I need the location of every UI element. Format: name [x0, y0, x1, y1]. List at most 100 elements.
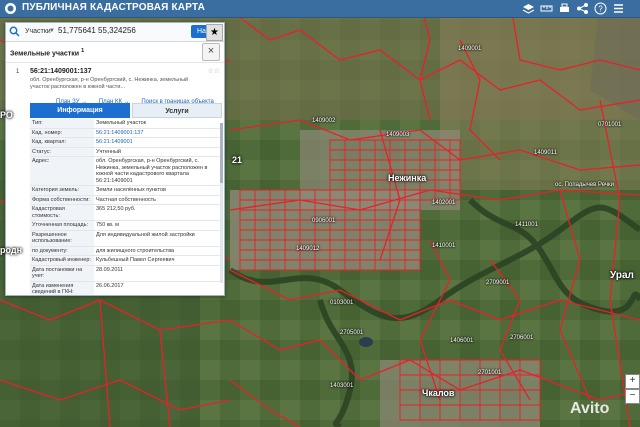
- quarter-label: 1410001: [432, 243, 456, 249]
- quarter-label: 1409003: [386, 132, 410, 138]
- quarter-label: 1406001: [450, 338, 474, 344]
- object-type-select[interactable]: Участки ▼: [25, 25, 55, 38]
- scrollbar[interactable]: [220, 123, 223, 283]
- tab-information[interactable]: Информация: [30, 103, 130, 118]
- property-row: Статус: Учтенный: [30, 147, 222, 157]
- property-value[interactable]: 56:21:1409001: [94, 138, 222, 147]
- property-value: Земельный участок: [96, 120, 147, 126]
- bookmark-star-icon[interactable]: ★: [206, 24, 223, 41]
- close-button[interactable]: ×: [202, 43, 220, 61]
- result-address: обл. Оренбургская, р-н Оренбургский, с. …: [30, 77, 189, 90]
- property-row: Тип: Земельный участок: [30, 119, 222, 129]
- search-icon: [9, 26, 20, 37]
- property-value: для жилищного строительства: [96, 247, 175, 254]
- zoom-out-button[interactable]: −: [625, 389, 640, 404]
- property-key: Кадастровая стоимость:: [30, 205, 94, 220]
- quarter-label: 1402001: [432, 200, 456, 206]
- property-key: Тип:: [30, 119, 94, 128]
- property-row: Форма собственности: Частная собственност…: [30, 195, 222, 205]
- svg-text:?: ?: [598, 5, 603, 14]
- menu-icon[interactable]: [612, 2, 625, 15]
- watermark: Avito: [570, 400, 610, 417]
- property-key: Кадастровый инженер:: [30, 256, 94, 265]
- property-row: Кадастровый инженер: Кульбешный Павел Сер…: [30, 256, 222, 266]
- favorite-icon[interactable]: ☆☆: [207, 67, 220, 75]
- search-input[interactable]: 51,775641 55,324256: [58, 25, 186, 37]
- quarter-label: 2709001: [486, 280, 510, 286]
- property-row: Разрешенное использование: Для индивидуал…: [30, 230, 222, 247]
- property-key: Кад. номер:: [30, 128, 94, 137]
- property-row: Дата постановки на учет: 28.09.2011: [30, 265, 222, 282]
- property-key: Дата изменения сведений в ГКН:: [30, 281, 94, 295]
- quarter-label: 1409011: [534, 150, 557, 156]
- ruler-icon[interactable]: [540, 2, 553, 15]
- quarter-label: 1403001: [330, 383, 354, 389]
- print-icon[interactable]: [558, 2, 571, 15]
- place-label-ural: Урал: [610, 270, 634, 281]
- results-header: Земельные участки 1 ×: [6, 42, 224, 63]
- property-key: Статус:: [30, 147, 94, 156]
- app-title: ПУБЛИЧНАЯ КАДАСТРОВАЯ КАРТА: [22, 2, 206, 13]
- property-row: Категория земель: Земли населённых пункто…: [30, 186, 222, 196]
- property-row: Дата изменения сведений в ГКН: 26.06.2017: [30, 281, 222, 295]
- place-label-nezhinka: Нежинка: [388, 173, 427, 183]
- property-value: 28.09.2011: [96, 266, 124, 273]
- search-panel: Участки▼ 51,775641 55,324256 Найти Земел…: [5, 22, 225, 296]
- results-heading: Земельные участки 1: [10, 48, 85, 58]
- share-icon[interactable]: [576, 2, 589, 15]
- object-type-value: Участки: [25, 28, 51, 35]
- layers-icon[interactable]: [522, 2, 535, 15]
- property-value: Кульбешный Павел Сергеевич: [96, 257, 175, 263]
- property-value: обл. Оренбургская, р-н Оренбургский, с. …: [96, 158, 208, 184]
- quarter-label: 0701001: [598, 122, 622, 128]
- property-value: 750 кв. м: [96, 222, 119, 228]
- quarter-label: 1411001: [515, 222, 538, 228]
- help-icon[interactable]: ?: [594, 2, 607, 15]
- chevron-down-icon: ▼: [49, 28, 55, 34]
- property-row: Кад. номер: 56:21:1409001:137: [30, 128, 222, 138]
- property-key: по документу:: [30, 246, 94, 255]
- result-index: 1: [16, 69, 20, 75]
- cadastre-logo-icon: [5, 3, 16, 14]
- quarter-label: 2706001: [510, 335, 534, 341]
- place-label-ro: РО: [0, 110, 13, 120]
- property-row: Кадастровая стоимость: 365 212,50 руб.: [30, 205, 222, 221]
- property-key: Кад. квартал:: [30, 138, 94, 147]
- river-label: ос. Попадычев Речки: [555, 182, 615, 188]
- property-key: Форма собственности:: [30, 195, 94, 204]
- quarter-label: 0906001: [312, 218, 336, 224]
- property-row: Кад. квартал: 56:21:1409001: [30, 138, 222, 148]
- app-header: ПУБЛИЧНАЯ КАДАСТРОВАЯ КАРТА ?: [0, 0, 640, 18]
- scrollbar-thumb[interactable]: [220, 123, 223, 183]
- quarter-label: 2701001: [478, 370, 502, 376]
- quarter-label: 1409001: [458, 46, 482, 52]
- property-value: Учтенный: [96, 148, 121, 155]
- place-label-chkalov: Чкалов: [422, 388, 455, 398]
- property-value: Частная собственность: [96, 196, 157, 203]
- property-value[interactable]: 56:21:1409001:137: [94, 129, 222, 138]
- property-value: Для индивидуальной жилой застройки: [96, 231, 195, 238]
- property-key: Разрешенное использование:: [30, 230, 94, 246]
- place-label-rodn: родн: [0, 245, 23, 255]
- property-key: Уточненная площадь:: [30, 221, 94, 230]
- property-key: Категория земель:: [30, 186, 94, 195]
- info-tabs: Информация Услуги: [30, 103, 224, 118]
- quarter-label: 2705001: [340, 330, 364, 336]
- property-row: по документу: для жилищного строительства: [30, 246, 222, 256]
- tab-services[interactable]: Услуги: [132, 103, 222, 118]
- results-count: 1: [80, 48, 85, 54]
- quarter-label: 1409012: [296, 246, 320, 252]
- property-key: Дата постановки на учет:: [30, 265, 94, 281]
- quarter-label: 1409002: [312, 118, 336, 124]
- property-table: Тип: Земельный участок Кад. номер: 56:21:14…: [30, 119, 222, 295]
- property-row: Адрес: обл. Оренбургская, р-н Оренбургски…: [30, 157, 222, 186]
- property-key: Адрес:: [30, 157, 94, 185]
- property-value: 26.06.2017: [96, 282, 124, 289]
- zoom-in-button[interactable]: +: [625, 374, 640, 389]
- property-row: Уточненная площадь: 750 кв. м: [30, 221, 222, 231]
- property-value: Земли населённых пунктов: [96, 187, 166, 193]
- search-bar: Участки▼ 51,775641 55,324256 Найти: [6, 23, 224, 42]
- property-value: 365 212,50 руб.: [96, 206, 136, 212]
- quarter-label: 0103001: [330, 300, 354, 306]
- place-label-21: 21: [232, 155, 243, 165]
